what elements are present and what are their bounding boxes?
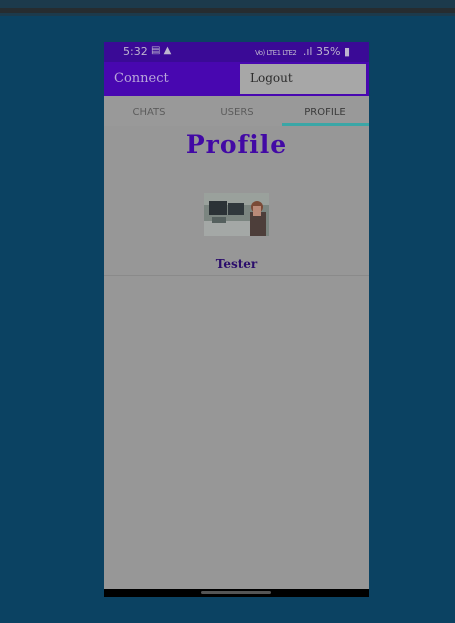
profile-photo[interactable] xyxy=(204,193,269,236)
system-nav-bar xyxy=(104,589,369,597)
app-bar: Connect Logout xyxy=(104,62,369,96)
profile-photo-image xyxy=(204,193,269,236)
tab-chats[interactable]: CHATS xyxy=(105,107,193,118)
status-time: 5:32 xyxy=(123,45,148,58)
tab-bar: CHATS USERS PROFILE xyxy=(104,96,369,126)
section-divider xyxy=(104,275,369,276)
status-right: Vo) LTE1 LTE2 .ıl 35% ▮ xyxy=(255,45,350,58)
host-window-bar xyxy=(0,0,455,16)
battery-icon: ▮ xyxy=(343,45,350,58)
status-bar: 5:32 ▤ ▲ Vo) LTE1 LTE2 .ıl 35% ▮ xyxy=(104,42,369,62)
phone-screen: 5:32 ▤ ▲ Vo) LTE1 LTE2 .ıl 35% ▮ Connect… xyxy=(104,42,369,597)
network-indicator: Vo) LTE1 LTE2 xyxy=(254,49,297,57)
profile-content: Profile Tester xyxy=(104,126,369,591)
home-handle[interactable] xyxy=(201,591,271,594)
profile-name: Tester xyxy=(215,257,258,271)
signal-icon: .ıl xyxy=(302,45,313,58)
app-title: Connect xyxy=(114,71,169,86)
logout-button[interactable]: Logout xyxy=(240,64,366,94)
notification-icons: ▤ ▲ xyxy=(151,45,172,56)
battery-level: 35% xyxy=(315,45,341,58)
profile-heading: Profile xyxy=(185,130,288,159)
tab-profile[interactable]: PROFILE xyxy=(281,107,369,118)
tab-users[interactable]: USERS xyxy=(193,107,281,118)
